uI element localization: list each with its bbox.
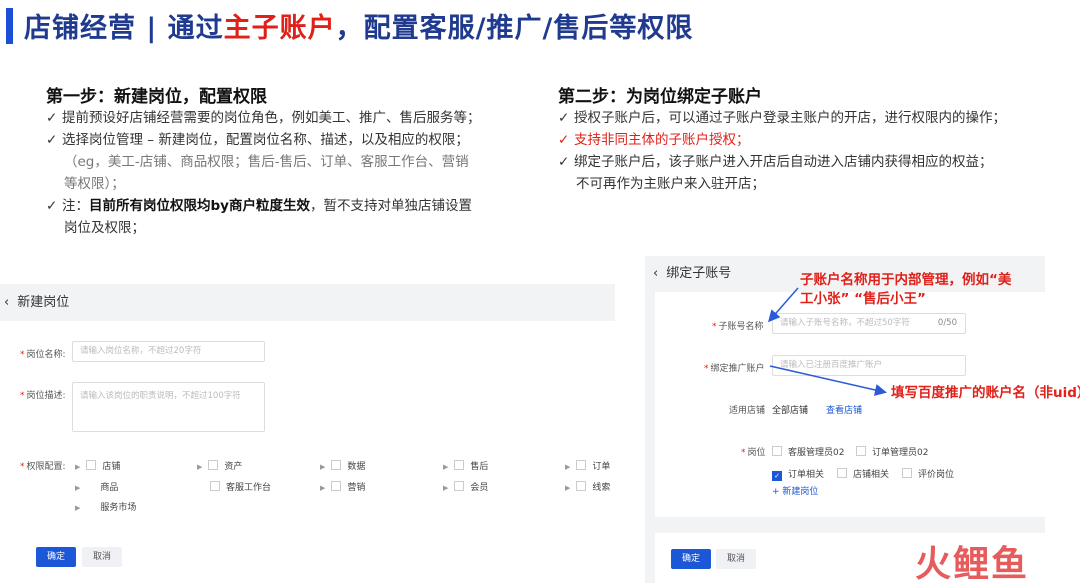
watermark-logo: 火鲤鱼 (915, 544, 1030, 585)
subname-annotation: 子账户名称用于内部管理，例如“美 工小张” “售后小王” (800, 271, 1011, 309)
promo-annotation: 填写百度推广的账户名（非uid） (891, 385, 1080, 401)
subname-annotation-line1: 子账户名称用于内部管理，例如“美 (800, 272, 1012, 288)
subname-annotation-line2: 工小张” “售后小王” (800, 291, 926, 307)
arrow-to-promo-note (769, 365, 887, 396)
arrow-to-subname (768, 287, 799, 323)
